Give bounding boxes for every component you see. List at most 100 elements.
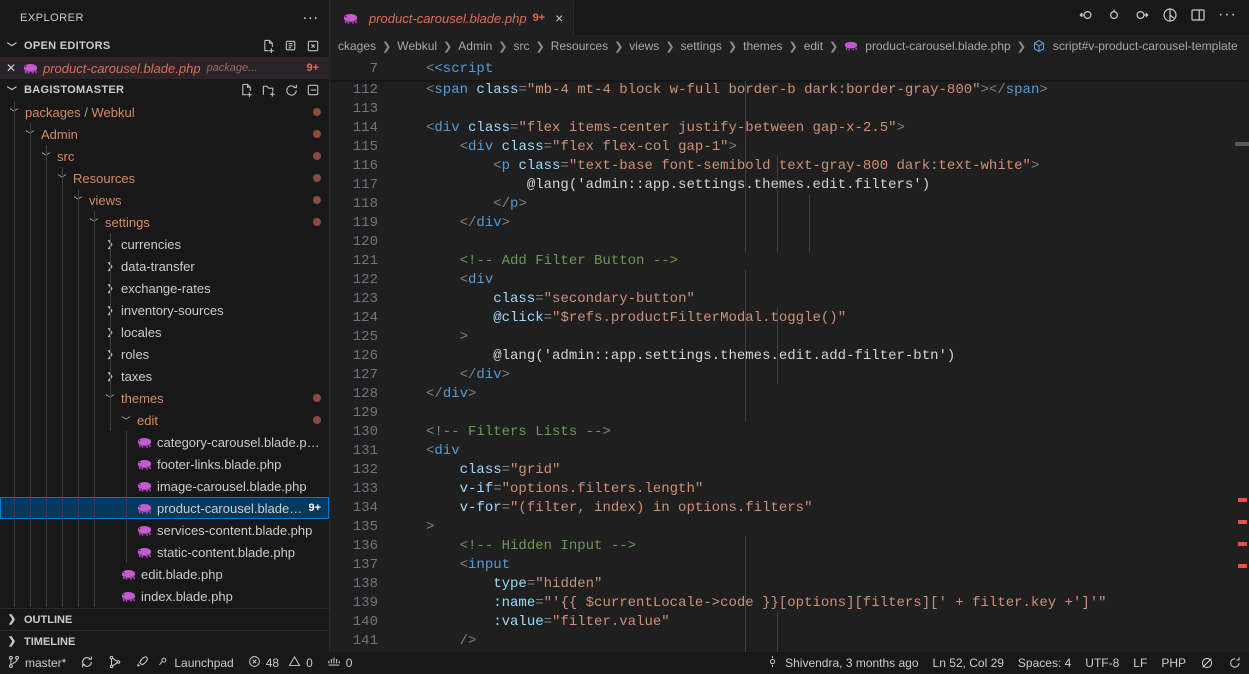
tree-folder[interactable]: ﹀ edit <box>0 409 329 431</box>
code-line[interactable]: 121 <!-- Add Filter Button --> <box>330 251 1249 270</box>
toggle-panel-icon[interactable] <box>1190 7 1206 28</box>
tree-folder[interactable]: ❯exchange-rates <box>0 277 329 299</box>
code-line[interactable]: 130 <!-- Filters Lists --> <box>330 422 1249 441</box>
code-line[interactable]: 129 <box>330 403 1249 422</box>
close-icon[interactable]: ✕ <box>0 61 22 75</box>
collapse-all-icon[interactable] <box>306 83 321 98</box>
refresh-icon[interactable] <box>284 83 299 98</box>
chevron-down-icon[interactable]: ﹀ <box>120 414 132 427</box>
code-line[interactable]: 136 <!-- Hidden Input --> <box>330 536 1249 555</box>
tree-folder[interactable]: ﹀src <box>0 145 329 167</box>
code-line[interactable]: 134 v-for="(filter, index) in options.fi… <box>330 498 1249 517</box>
breadcrumb-item[interactable]: Webkul <box>397 39 437 53</box>
go-previous-change-icon[interactable] <box>1106 7 1122 28</box>
breadcrumb-item[interactable]: Admin <box>458 39 492 53</box>
code-line[interactable]: 118 </p> <box>330 194 1249 213</box>
editor-vertical-scrollbar[interactable] <box>1235 80 1249 652</box>
breadcrumb-item[interactable]: edit <box>804 39 823 53</box>
status-problems[interactable]: 48 0 <box>241 652 320 674</box>
tree-file[interactable]: footer-links.blade.php <box>0 453 329 475</box>
status-remote[interactable] <box>101 652 129 674</box>
new-untitled-file-icon[interactable] <box>284 39 299 54</box>
more-actions-icon[interactable]: ... <box>303 6 319 26</box>
tree-folder[interactable]: ❯roles <box>0 343 329 365</box>
tree-folder[interactable]: ﹀themes <box>0 387 329 409</box>
breadcrumb[interactable]: ckages ❯ Webkul ❯ Admin ❯ src ❯ Resources ❯ views ❯… <box>330 35 1249 57</box>
code-line[interactable]: 125 > <box>330 327 1249 346</box>
split-editor-icon[interactable] <box>1162 7 1178 28</box>
code-line[interactable]: 127 </div> <box>330 365 1249 384</box>
scrollbar-thumb[interactable] <box>1235 142 1249 146</box>
code-line[interactable]: 115 <div class="flex flex-col gap-1"> <box>330 137 1249 156</box>
new-folder-icon[interactable] <box>262 83 277 98</box>
tree-file[interactable]: services-content.blade.php <box>0 519 329 541</box>
tree-folder[interactable]: ﹀packages / Webkul <box>0 101 329 123</box>
status-ports[interactable]: 0 <box>320 652 360 674</box>
sticky-scroll-line[interactable]: 7 <<script <box>330 57 1249 80</box>
section-timeline[interactable]: ❯ TIMELINE <box>0 630 329 652</box>
status-indentation[interactable]: Spaces: 4 <box>1011 652 1078 674</box>
code-line[interactable]: 122 <div <box>330 270 1249 289</box>
breadcrumb-item[interactable]: script#v-product-carousel-template <box>1053 39 1238 53</box>
status-branch[interactable]: master* <box>0 652 73 674</box>
new-file-icon[interactable] <box>240 83 255 98</box>
go-back-icon[interactable] <box>1078 7 1094 28</box>
status-encoding[interactable]: UTF-8 <box>1078 652 1126 674</box>
code-line[interactable]: 138 type="hidden" <box>330 574 1249 593</box>
tree-file[interactable]: static-content.blade.php <box>0 541 329 563</box>
tree-file[interactable]: edit.blade.php <box>0 563 329 585</box>
tab-product-carousel[interactable]: product-carousel.blade.php 9+ × <box>330 0 575 35</box>
breadcrumb-item[interactable]: ckages <box>338 39 376 53</box>
code-line[interactable]: 131 <div <box>330 441 1249 460</box>
open-editor-item[interactable]: ✕ product-carousel.blade.php package... … <box>0 57 329 79</box>
status-eol[interactable]: LF <box>1126 652 1154 674</box>
tree-folder[interactable]: ❯data-transfer <box>0 255 329 277</box>
status-sync[interactable] <box>73 652 101 674</box>
code-line[interactable]: 141 /> <box>330 631 1249 650</box>
new-file-icon[interactable] <box>262 39 277 54</box>
code-line[interactable]: 113 <box>330 99 1249 118</box>
tree-file[interactable]: category-carousel.blade.php <box>0 431 329 453</box>
code-line[interactable]: 132 class="grid" <box>330 460 1249 479</box>
close-all-editors-icon[interactable] <box>306 39 321 54</box>
tree-folder[interactable]: ❯inventory-sources <box>0 299 329 321</box>
code-line[interactable]: 133 v-if="options.filters.length" <box>330 479 1249 498</box>
close-icon[interactable]: × <box>555 10 563 26</box>
more-actions-icon[interactable]: ··· <box>1218 6 1237 25</box>
code-line[interactable]: 123 class="secondary-button" <box>330 289 1249 308</box>
breadcrumb-item[interactable]: views <box>629 39 659 53</box>
breadcrumb-item[interactable]: settings <box>681 39 722 53</box>
tree-folder[interactable]: ❯locales <box>0 321 329 343</box>
tree-file[interactable]: index.blade.php <box>0 585 329 607</box>
code-line[interactable]: 124 @click="$refs.productFilterModal.tog… <box>330 308 1249 327</box>
code-line[interactable]: 140 :value="filter.value" <box>330 612 1249 631</box>
section-open-editors[interactable]: ﹀ OPEN EDITORS <box>0 35 329 57</box>
tree-folder[interactable]: ﹀views <box>0 189 329 211</box>
breadcrumb-item[interactable]: src <box>514 39 530 53</box>
code-line[interactable]: 135 > <box>330 517 1249 536</box>
tree-folder[interactable]: ﹀settings <box>0 211 329 233</box>
file-tree[interactable]: ﹀packages / Webkul﹀Admin﹀src﹀Resources﹀v… <box>0 101 329 607</box>
section-outline[interactable]: ❯ OUTLINE <box>0 608 329 630</box>
section-workspace[interactable]: ﹀ BAGISTOMASTER <box>0 79 329 101</box>
code-line[interactable]: 112 <span class="mb-4 mt-4 block w-full b… <box>330 80 1249 99</box>
code-line[interactable]: 139 :name="'{{ $currentLocale->code }}[o… <box>330 593 1249 612</box>
code-line[interactable]: 116 <p class="text-base font-semibold te… <box>330 156 1249 175</box>
tree-file[interactable]: image-carousel.blade.php <box>0 475 329 497</box>
tree-folder[interactable]: ﹀Resources <box>0 167 329 189</box>
breadcrumb-item[interactable]: Resources <box>551 39 608 53</box>
status-launchpad[interactable]: Launchpad <box>129 652 240 674</box>
go-next-change-icon[interactable] <box>1134 7 1150 28</box>
tree-folder[interactable]: ❯currencies <box>0 233 329 255</box>
code-line[interactable]: 117 @lang('admin::app.settings.themes.ed… <box>330 175 1249 194</box>
notifications-icon[interactable] <box>1221 652 1249 674</box>
code-line[interactable]: 119 </div> <box>330 213 1249 232</box>
code-line[interactable]: 126 @lang('admin::app.settings.themes.ed… <box>330 346 1249 365</box>
status-cursor-position[interactable]: Ln 52, Col 29 <box>926 652 1011 674</box>
breadcrumb-item[interactable]: themes <box>743 39 782 53</box>
code-line[interactable]: 128 </div> <box>330 384 1249 403</box>
tree-folder[interactable]: ﹀Admin <box>0 123 329 145</box>
status-git-blame[interactable]: Shivendra, 3 months ago <box>759 652 925 674</box>
code-line[interactable]: 114 <div class="flex items-center justify… <box>330 118 1249 137</box>
code-editor[interactable]: 112 <span class="mb-4 mt-4 block w-full b… <box>330 80 1249 652</box>
